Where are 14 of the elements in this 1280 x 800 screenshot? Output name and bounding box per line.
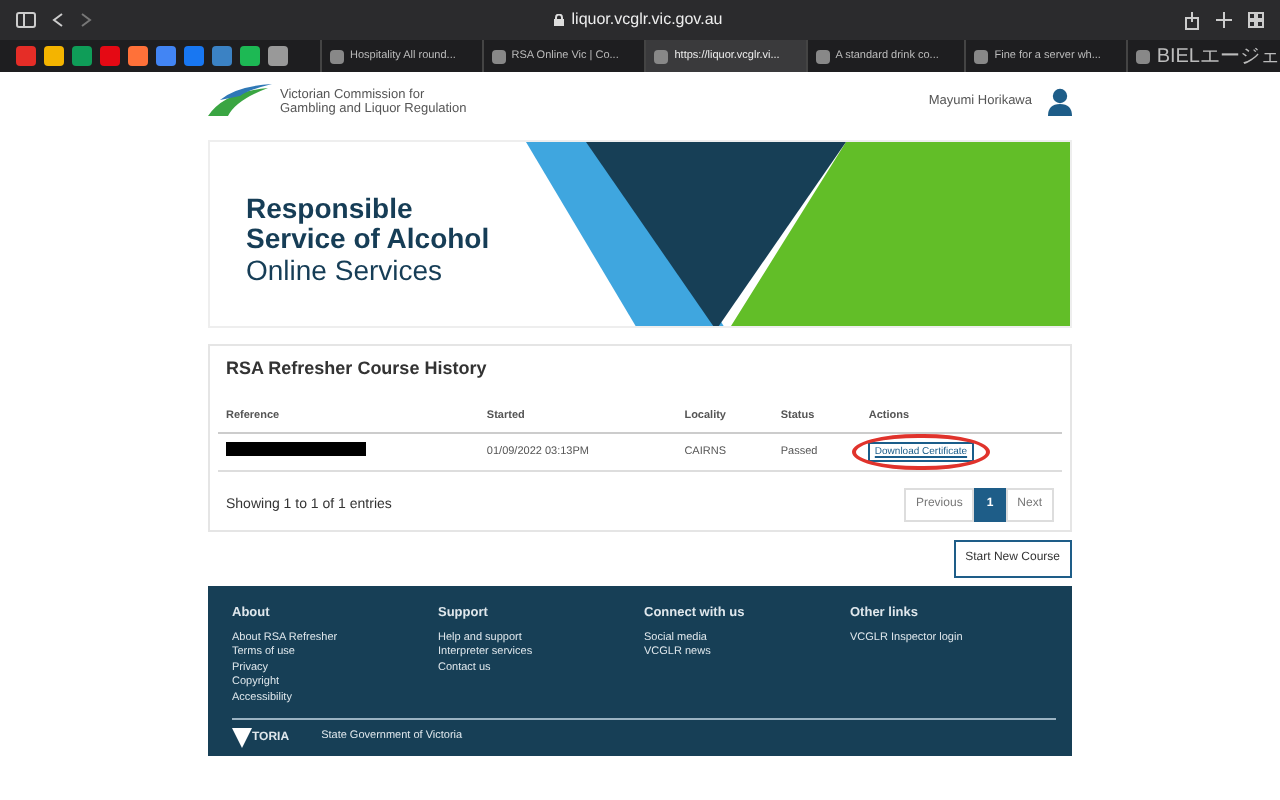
browser-tab[interactable]: BIELエージェ: [1126, 40, 1280, 72]
share-icon[interactable]: [1184, 11, 1200, 29]
lock-icon: [553, 14, 564, 26]
victoria-logo-icon: [232, 728, 252, 749]
address-bar[interactable]: liquor.vcglr.vic.gov.au: [571, 8, 723, 32]
panel-title: RSA Refresher Course History: [224, 356, 489, 382]
sidebar-icon[interactable]: [16, 12, 36, 28]
back-icon[interactable]: [52, 12, 64, 28]
new-tab-icon[interactable]: [1216, 12, 1232, 28]
tab-overview-icon[interactable]: [1248, 12, 1264, 28]
forward-icon[interactable]: [80, 12, 92, 28]
user-icon[interactable]: [1048, 88, 1072, 116]
banner-title: Responsible Service of Alcohol Online Services: [246, 194, 490, 287]
logo-icon: [208, 84, 272, 120]
